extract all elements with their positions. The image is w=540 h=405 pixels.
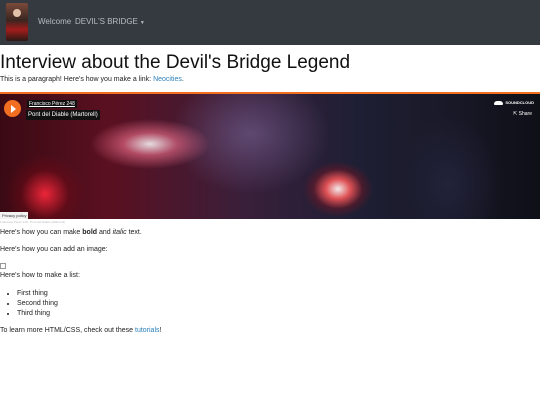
play-button[interactable] — [4, 100, 21, 117]
example-list: First thing Second thing Third thing — [0, 289, 58, 319]
soundcloud-logo[interactable]: SOUNDCLOUD — [494, 100, 534, 105]
learn-more-paragraph: To learn more HTML/CSS, check out these … — [0, 327, 161, 334]
track-title[interactable]: Pont del Diable (Martorell) — [26, 110, 100, 120]
intro-end: . — [181, 76, 184, 83]
learn-prefix: To learn more HTML/CSS, check out these — [0, 327, 135, 334]
nav-devils-bridge-dropdown[interactable]: DEVIL'S BRIDGE ▼ — [75, 17, 145, 26]
bold-text: bold — [82, 229, 98, 236]
soundcloud-brand: SOUNDCLOUD — [505, 100, 534, 105]
cloud-icon — [494, 100, 504, 105]
intro-paragraph: This is a paragraph! Here's how you make… — [0, 76, 184, 83]
bold-prefix: Here's how you can make — [0, 229, 83, 236]
list-item: Third thing — [17, 309, 58, 319]
list-intro: Here's how to make a list: — [0, 272, 80, 279]
list-item: First thing — [17, 289, 58, 299]
soundcloud-player: Francisco Pérez 248 Pont del Diable (Mar… — [0, 94, 540, 219]
share-icon: ⇱ — [513, 111, 518, 117]
bold-end: text. — [126, 229, 142, 236]
nav-welcome-link[interactable]: Welcome — [38, 17, 71, 26]
site-logo[interactable] — [6, 3, 28, 41]
italic-text: italic — [112, 229, 127, 236]
share-label: Share — [518, 111, 532, 117]
nav-dropdown-label: DEVIL'S BRIDGE — [75, 17, 138, 26]
image-paragraph: Here's how you can add an image: — [0, 246, 108, 253]
navbar: Welcome DEVIL'S BRIDGE ▼ — [0, 0, 540, 45]
share-button[interactable]: ⇱ Share — [513, 111, 532, 117]
bold-italic-paragraph: Here's how you can make bold and italic … — [0, 229, 142, 236]
learn-end: ! — [159, 327, 162, 334]
intro-text: This is a paragraph! Here's how you make… — [0, 76, 154, 83]
bold-mid: and — [97, 229, 113, 236]
page-title: Interview about the Devil's Bridge Legen… — [0, 52, 351, 73]
caret-down-icon: ▼ — [139, 20, 145, 26]
tutorials-link[interactable]: tutorials — [135, 327, 160, 334]
broken-image-icon — [0, 263, 6, 269]
player-attribution[interactable]: Francisco Pérez 248 · Pont del Diable (M… — [0, 220, 65, 224]
artist-link[interactable]: Francisco Pérez 248 — [27, 100, 77, 108]
list-item: Second thing — [17, 299, 58, 309]
privacy-policy-link[interactable]: Privacy policy — [0, 212, 29, 219]
neocities-link[interactable]: Neocities — [153, 76, 182, 83]
